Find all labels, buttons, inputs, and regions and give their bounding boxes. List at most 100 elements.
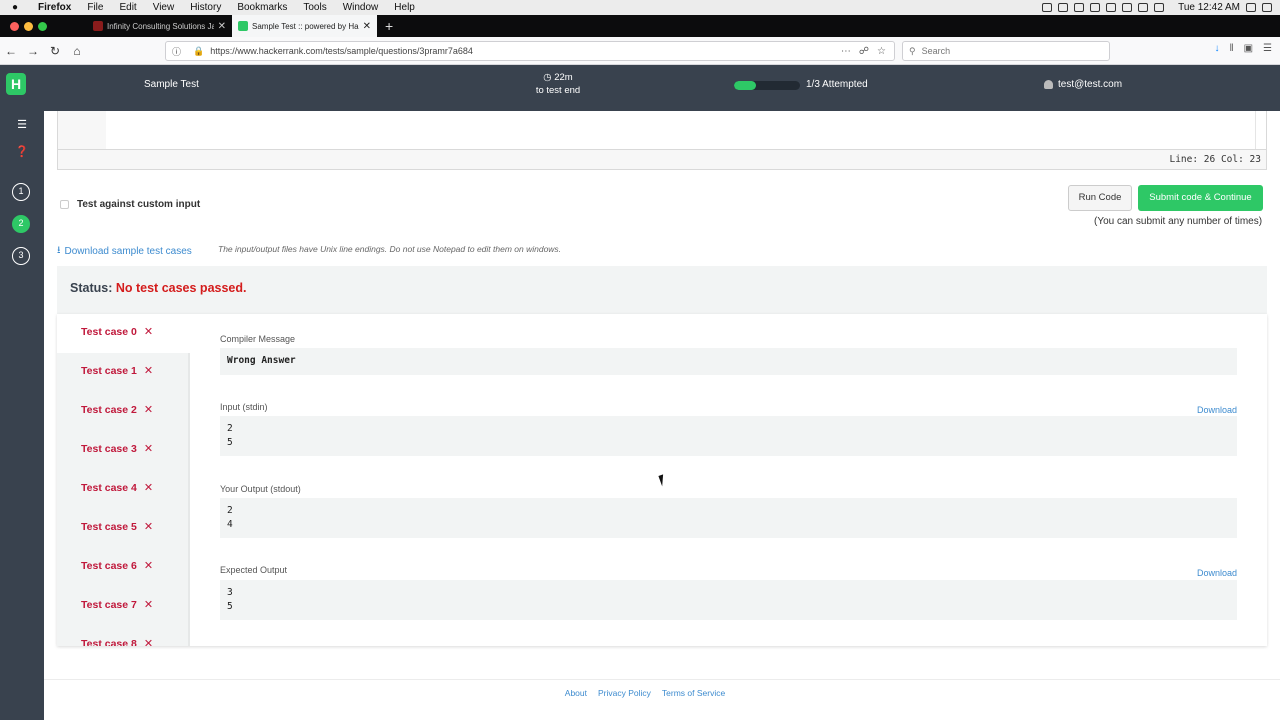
menu-window[interactable]: Window [335, 0, 387, 15]
evernote-icon[interactable] [1058, 3, 1069, 12]
bluetooth-icon[interactable] [1106, 3, 1117, 12]
test-case-tab-5[interactable]: Test case 5 ✕ [57, 509, 190, 548]
apple-icon[interactable]: ● [0, 2, 30, 13]
test-case-label: Test case 4 [81, 482, 137, 494]
wifi-icon[interactable] [1138, 3, 1149, 12]
status-value: No test cases passed. [115, 281, 247, 295]
test-timer: ◷ 22m to test end [520, 71, 596, 97]
expected-output-value: 3 5 [220, 580, 1237, 620]
submit-note: (You can submit any number of times) [1094, 216, 1263, 227]
list-icon[interactable]: ☰ [13, 118, 31, 131]
test-case-tab-3[interactable]: Test case 3 ✕ [57, 431, 190, 470]
search-icon: ⚲ [909, 45, 916, 56]
menubar-clock[interactable]: Tue 12:42 AM [1178, 2, 1240, 13]
menu-edit[interactable]: Edit [111, 0, 144, 15]
test-case-tab-7[interactable]: Test case 7 ✕ [57, 587, 190, 626]
status-line: Status: No test cases passed. [70, 281, 246, 295]
question-sidebar: ☰ ❓ 1 2 3 [0, 111, 44, 720]
browser-tabstrip: Infinity Consulting Solutions Ja ✕ Sampl… [0, 15, 1280, 37]
maximize-window-icon[interactable] [38, 21, 47, 31]
footer-privacy-link[interactable]: Privacy Policy [598, 688, 651, 720]
notification-center-icon[interactable] [1262, 3, 1272, 12]
downloads-icon[interactable]: ↓ [1214, 43, 1219, 54]
timer-value: 22m [554, 72, 573, 83]
help-icon[interactable]: ❓ [13, 145, 31, 158]
minimize-window-icon[interactable] [24, 21, 33, 31]
menu-file[interactable]: File [79, 0, 111, 15]
status-icons: Tue 12:42 AM [1042, 2, 1280, 13]
menu-history[interactable]: History [182, 0, 229, 15]
bookmark-star-icon[interactable]: ☆ [877, 46, 886, 57]
menu-view[interactable]: View [145, 0, 183, 15]
expected-download-link[interactable]: Download [1197, 568, 1237, 578]
test-case-tab-2[interactable]: Test case 2 ✕ [57, 392, 190, 431]
reload-icon[interactable]: ↻ [44, 44, 66, 58]
page-actions-icon[interactable]: ⋯ [841, 46, 851, 57]
hackerrank-logo[interactable]: H [6, 73, 26, 95]
menu-hamburger-icon[interactable]: ☰ [1263, 43, 1272, 54]
search-input[interactable]: ⚲ Search [902, 41, 1110, 61]
browser-tab-infinity[interactable]: Infinity Consulting Solutions Ja ✕ [87, 15, 232, 37]
user-icon [1044, 80, 1053, 89]
question-3-button[interactable]: 3 [12, 247, 30, 265]
footer-terms-link[interactable]: Terms of Service [662, 688, 725, 720]
menu-app-name[interactable]: Firefox [30, 0, 79, 15]
tab-title: Infinity Consulting Solutions Ja [107, 21, 214, 31]
test-case-tab-0[interactable]: Test case 0 ✕ [57, 314, 192, 353]
test-case-label: Test case 6 [81, 560, 137, 572]
spotlight-icon[interactable] [1246, 3, 1256, 12]
pocket-icon[interactable]: ☍ [859, 46, 869, 57]
tab-close-icon[interactable]: ✕ [218, 21, 226, 32]
attempt-progress-bar [734, 81, 800, 90]
run-code-button[interactable]: Run Code [1068, 185, 1132, 211]
editor-code-area[interactable] [106, 111, 1256, 150]
footer-about-link[interactable]: About [565, 688, 587, 720]
record-icon[interactable] [1042, 3, 1053, 12]
home-icon[interactable]: ⌂ [66, 44, 88, 58]
your-output-value: 2 4 [220, 498, 1237, 538]
submit-code-button[interactable]: Submit code & Continue [1138, 185, 1263, 211]
browser-tab-sample-test[interactable]: Sample Test :: powered by Hack ✕ [232, 15, 377, 37]
info-icon[interactable]: ⓘ [172, 45, 181, 58]
failed-x-icon: ✕ [143, 599, 154, 611]
close-window-icon[interactable] [10, 21, 19, 31]
tab-title: Sample Test :: powered by Hack [252, 21, 359, 31]
new-tab-icon[interactable]: + [377, 15, 401, 37]
input-label: Input (stdin) [220, 402, 268, 412]
menu-bookmarks[interactable]: Bookmarks [229, 0, 295, 15]
tab-close-icon[interactable]: ✕ [363, 21, 371, 32]
failed-x-icon: ✕ [143, 638, 154, 646]
url-text: https://www.hackerrank.com/tests/sample/… [210, 46, 473, 56]
question-1-button[interactable]: 1 [12, 183, 30, 201]
your-output-label: Your Output (stdout) [220, 484, 301, 494]
test-case-tab-8[interactable]: Test case 8 ✕ [57, 626, 190, 646]
tab-favicon-icon [238, 21, 248, 31]
back-icon[interactable]: ← [0, 44, 22, 58]
test-case-detail: Compiler Message Wrong Answer Input (std… [220, 314, 1237, 646]
battery-icon[interactable] [1122, 3, 1133, 12]
url-bar[interactable]: ⓘ 🔒 https://www.hackerrank.com/tests/sam… [165, 41, 895, 61]
test-case-tab-6[interactable]: Test case 6 ✕ [57, 548, 190, 587]
menu-tools[interactable]: Tools [295, 0, 334, 15]
user-menu[interactable]: test@test.com [1044, 79, 1122, 90]
volume-icon[interactable] [1154, 3, 1165, 12]
menu-help[interactable]: Help [386, 0, 423, 15]
library-icon[interactable]: ‖ [1229, 43, 1233, 54]
code-editor[interactable]: Line: 26 Col: 23 [57, 111, 1267, 170]
test-case-label: Test case 1 [81, 365, 137, 377]
test-case-tab-1[interactable]: Test case 1 ✕ [57, 353, 190, 392]
sidebar-toggle-icon[interactable]: ▣ [1244, 43, 1253, 54]
search-status-icon[interactable] [1074, 3, 1085, 12]
failed-x-icon: ✕ [143, 521, 154, 533]
input-download-link[interactable]: Download [1197, 405, 1237, 415]
forward-icon[interactable]: → [22, 44, 44, 58]
test-case-tab-4[interactable]: Test case 4 ✕ [57, 470, 190, 509]
custom-input-toggle[interactable]: Test against custom input [60, 199, 200, 210]
download-sample-link[interactable]: ⭳ Download sample test cases [57, 243, 192, 260]
editor-cursor-position: Line: 26 Col: 23 [58, 149, 1266, 169]
timer-label: to test end [535, 85, 581, 96]
airplay-icon[interactable] [1090, 3, 1101, 12]
question-2-button[interactable]: 2 [12, 215, 30, 233]
custom-input-checkbox[interactable] [60, 200, 69, 209]
lock-icon[interactable]: 🔒 [193, 46, 204, 57]
